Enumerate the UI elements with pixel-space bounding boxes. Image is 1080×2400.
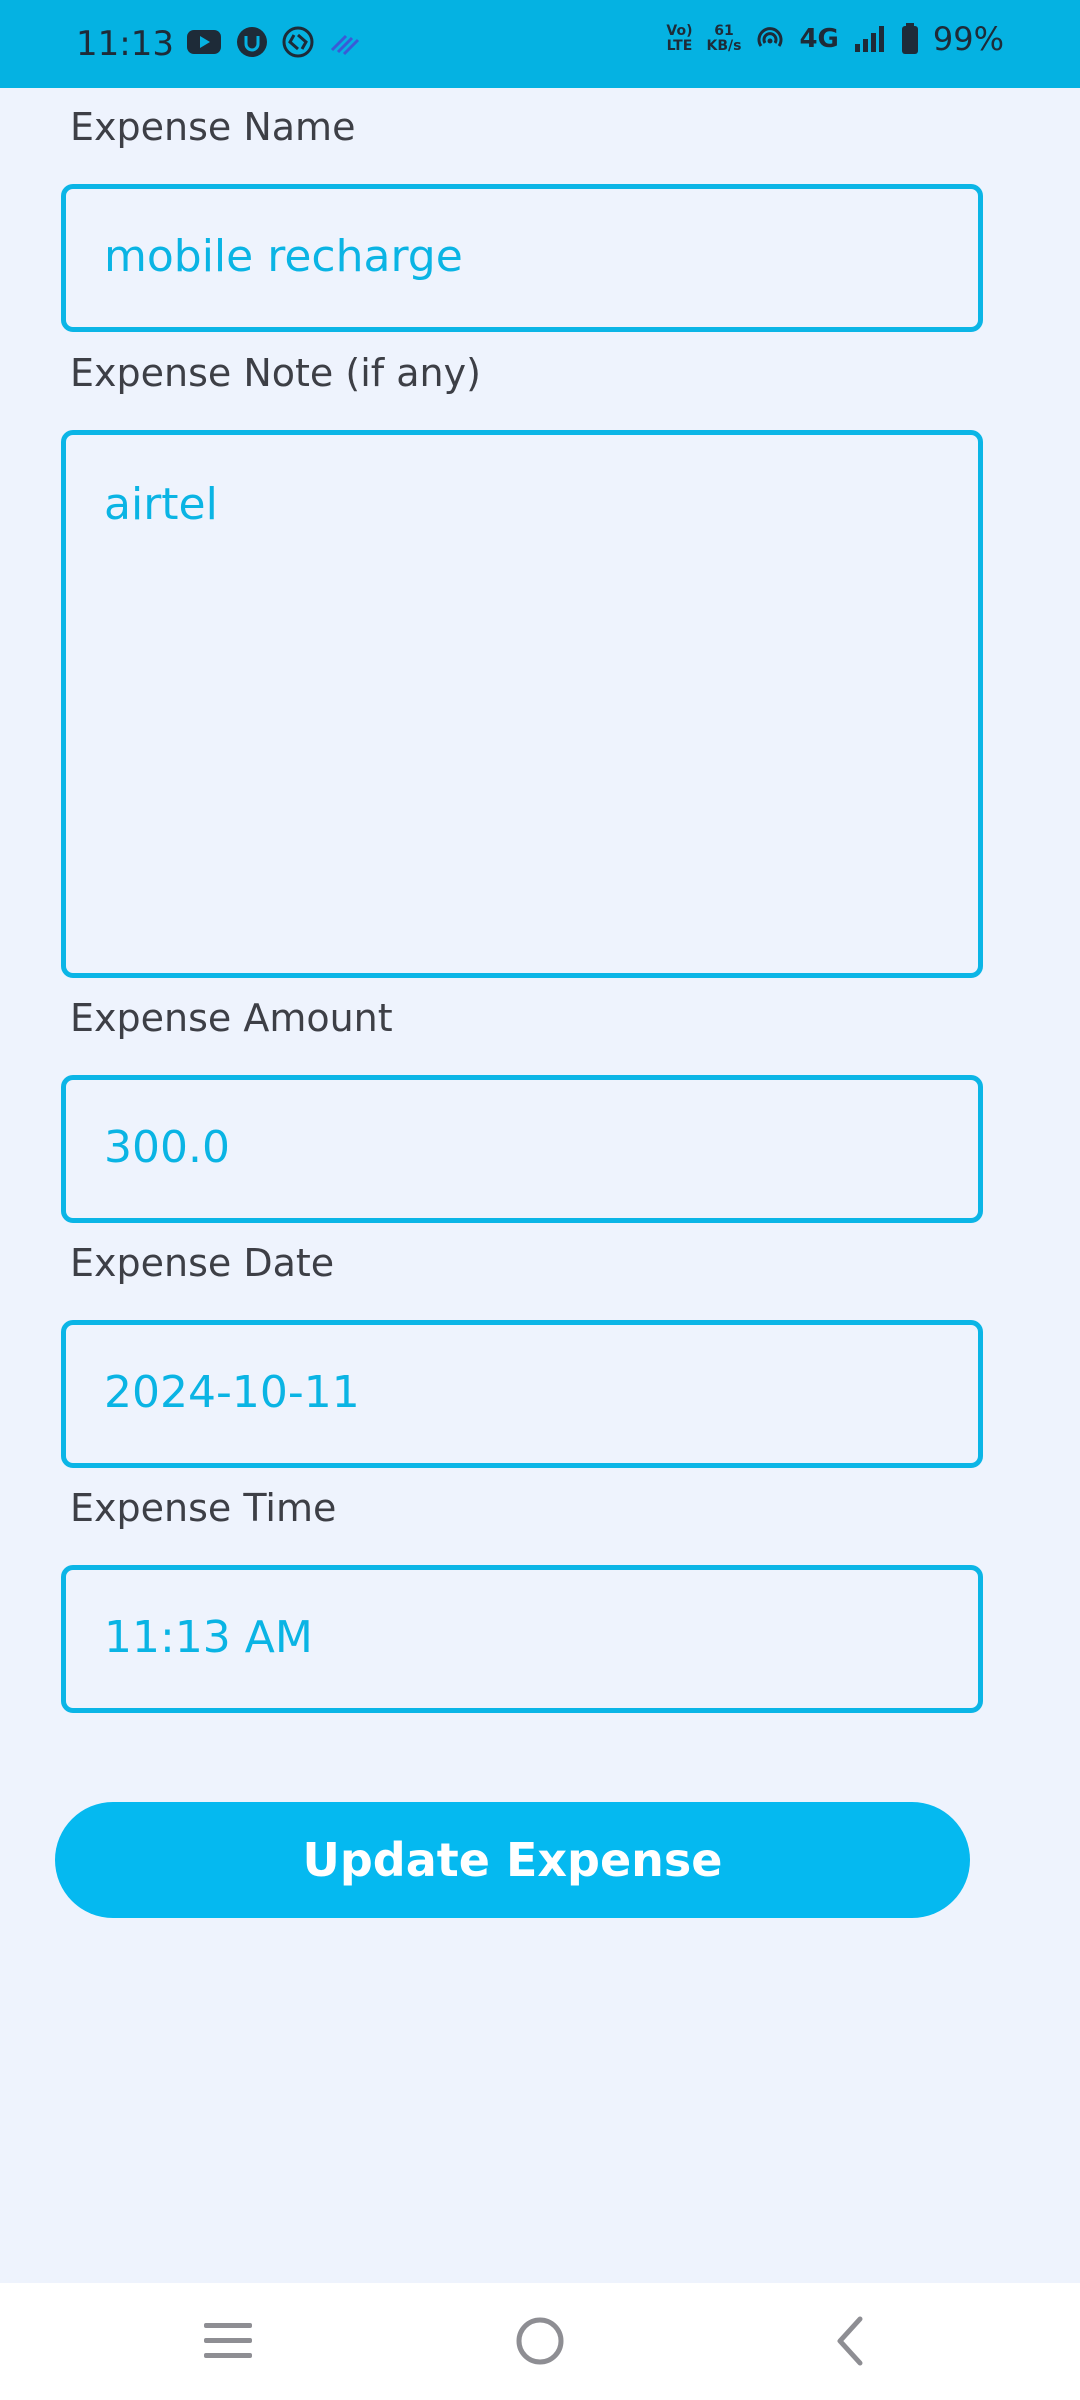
expense-note-value: airtel [104,479,218,530]
expense-time-label: Expense Time [70,1486,337,1530]
expense-date-value: 2024-10-11 [104,1367,360,1418]
signal-wave-icon [328,28,364,56]
expense-date-field[interactable]: 2024-10-11 [61,1320,983,1468]
expense-amount-field[interactable]: 300.0 [61,1075,983,1223]
expense-name-field[interactable]: mobile recharge [61,184,983,332]
speed-value: 61 [714,23,734,39]
expense-note-label: Expense Note (if any) [70,351,481,395]
battery-icon [901,23,919,55]
speed-unit: KB/s [706,38,742,54]
home-icon[interactable] [500,2311,580,2371]
back-icon[interactable] [810,2311,890,2371]
update-expense-button[interactable]: Update Expense [55,1802,970,1918]
network-type: 4G [799,24,839,54]
signal-icon [853,24,887,54]
volte-bottom: LTE [666,38,693,54]
expense-date-label: Expense Date [70,1241,335,1285]
shazam-icon [282,26,314,58]
youtube-icon [186,28,222,56]
expense-name-value: mobile recharge [104,231,463,282]
expense-name-label: Expense Name [70,105,356,149]
status-time: 11:13 [76,24,174,64]
network-speed: 61 KB/s [706,24,741,54]
status-bar: 11:13 Vo) LTE 61 KB/s 4G 99% [0,0,1080,88]
battery-percentage: 99% [932,20,1004,58]
app-icon [236,26,268,58]
expense-note-field[interactable]: airtel [61,430,983,978]
volte-icon: Vo) LTE [666,24,692,54]
expense-amount-label: Expense Amount [70,996,393,1040]
volte-top: Vo) [666,23,693,39]
expense-time-field[interactable]: 11:13 AM [61,1565,983,1713]
expense-amount-value: 300.0 [104,1122,230,1173]
menu-icon[interactable] [188,2311,268,2371]
hotspot-icon [755,24,785,54]
navigation-bar [0,2283,1080,2400]
notification-icons [186,26,364,58]
expense-time-value: 11:13 AM [104,1612,313,1663]
system-icons: Vo) LTE 61 KB/s 4G 99% [666,20,1004,58]
